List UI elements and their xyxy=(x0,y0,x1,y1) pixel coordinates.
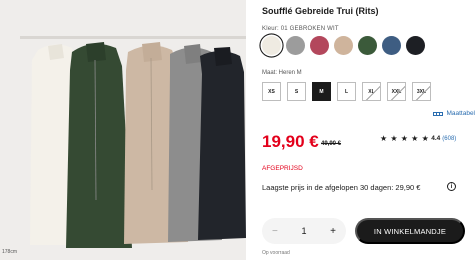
quantity-stepper: − 1 + xyxy=(262,218,346,244)
color-swatch[interactable] xyxy=(262,36,281,55)
add-to-cart-button[interactable]: IN WINKELMANDJE xyxy=(355,218,465,244)
size-table-link[interactable]: Maattabel xyxy=(433,110,475,117)
size-option-xl[interactable]: XL xyxy=(362,82,381,101)
size-option-m[interactable]: M xyxy=(312,82,331,101)
rating-value: 4.4 xyxy=(431,135,441,142)
color-swatch[interactable] xyxy=(286,36,305,55)
stock-status: Op voorraad xyxy=(262,250,290,256)
size-option-list: XS S M L XL XXL 3XL xyxy=(262,82,431,101)
color-swatch[interactable] xyxy=(406,36,425,55)
size-option-3xl[interactable]: 3XL xyxy=(412,82,431,101)
product-image[interactable]: 178cm xyxy=(0,0,246,260)
product-info-panel: Soufflé Gebreide Trui (Rits) Kleur: 01 G… xyxy=(262,0,475,260)
color-swatch[interactable] xyxy=(382,36,401,55)
size-table-label: Maattabel xyxy=(446,110,475,117)
size-option-xxl[interactable]: XXL xyxy=(387,82,406,101)
old-price: 49,90 € xyxy=(321,141,342,147)
size-option-xs[interactable]: XS xyxy=(262,82,281,101)
color-swatch-list xyxy=(262,36,425,55)
size-option-s[interactable]: S xyxy=(287,82,306,101)
rating-summary[interactable]: ★ ★ ★ ★ ★ 4.4 (608) xyxy=(380,134,456,143)
product-title: Soufflé Gebreide Trui (Rits) xyxy=(262,6,379,16)
size-option-l[interactable]: L xyxy=(337,82,356,101)
quantity-value[interactable]: 1 xyxy=(301,226,306,236)
ruler-icon xyxy=(433,111,444,116)
model-height-label: 178cm xyxy=(2,249,18,255)
decrease-quantity-button[interactable]: − xyxy=(272,226,278,237)
lowest-price-text: Laagste prijs in de afgelopen 30 dagen: … xyxy=(262,183,421,192)
increase-quantity-button[interactable]: + xyxy=(330,226,336,237)
size-label: Maat: Heren M xyxy=(262,70,302,76)
info-icon[interactable]: i xyxy=(447,182,456,191)
color-label: Kleur: 01 GEBROKEN WIT xyxy=(262,26,339,32)
color-swatch[interactable] xyxy=(310,36,329,55)
review-count-link[interactable]: (608) xyxy=(442,136,456,142)
color-swatch[interactable] xyxy=(334,36,353,55)
product-photo xyxy=(0,0,246,260)
color-swatch[interactable] xyxy=(358,36,377,55)
current-price: 19,90 € xyxy=(262,132,319,151)
promo-label: AFGEPRIJSD xyxy=(262,165,303,172)
rating-stars: ★ ★ ★ ★ ★ xyxy=(380,134,430,143)
